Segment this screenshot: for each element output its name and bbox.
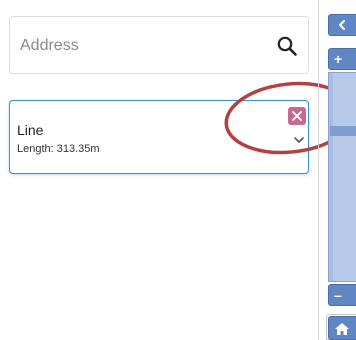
- zoom-out-label: –: [334, 287, 342, 303]
- delete-button[interactable]: [288, 107, 306, 125]
- home-icon: [335, 323, 349, 335]
- measurement-length: Length: 313.35m: [17, 143, 100, 155]
- chevron-left-icon: [339, 20, 345, 30]
- app-root: Line Length: 313.35m + –: [0, 0, 356, 340]
- close-icon: [292, 111, 302, 121]
- collapse-panel-button[interactable]: [328, 14, 356, 36]
- zoom-slider-thumb[interactable]: [330, 126, 356, 136]
- zoom-in-button[interactable]: +: [328, 48, 356, 70]
- measurement-title: Line: [17, 122, 44, 138]
- search-icon[interactable]: [276, 35, 298, 57]
- address-input[interactable]: [20, 31, 260, 61]
- zoom-out-button[interactable]: –: [328, 284, 356, 306]
- address-search: [9, 16, 309, 74]
- line-measurement-card[interactable]: Line Length: 313.35m: [9, 100, 309, 174]
- zoom-slider-track[interactable]: [328, 72, 356, 282]
- zoom-slider-fill: [333, 73, 356, 281]
- home-button[interactable]: [328, 316, 356, 340]
- zoom-in-label: +: [334, 51, 343, 67]
- map-panel-edge: [318, 0, 319, 340]
- chevron-down-icon[interactable]: [292, 133, 306, 147]
